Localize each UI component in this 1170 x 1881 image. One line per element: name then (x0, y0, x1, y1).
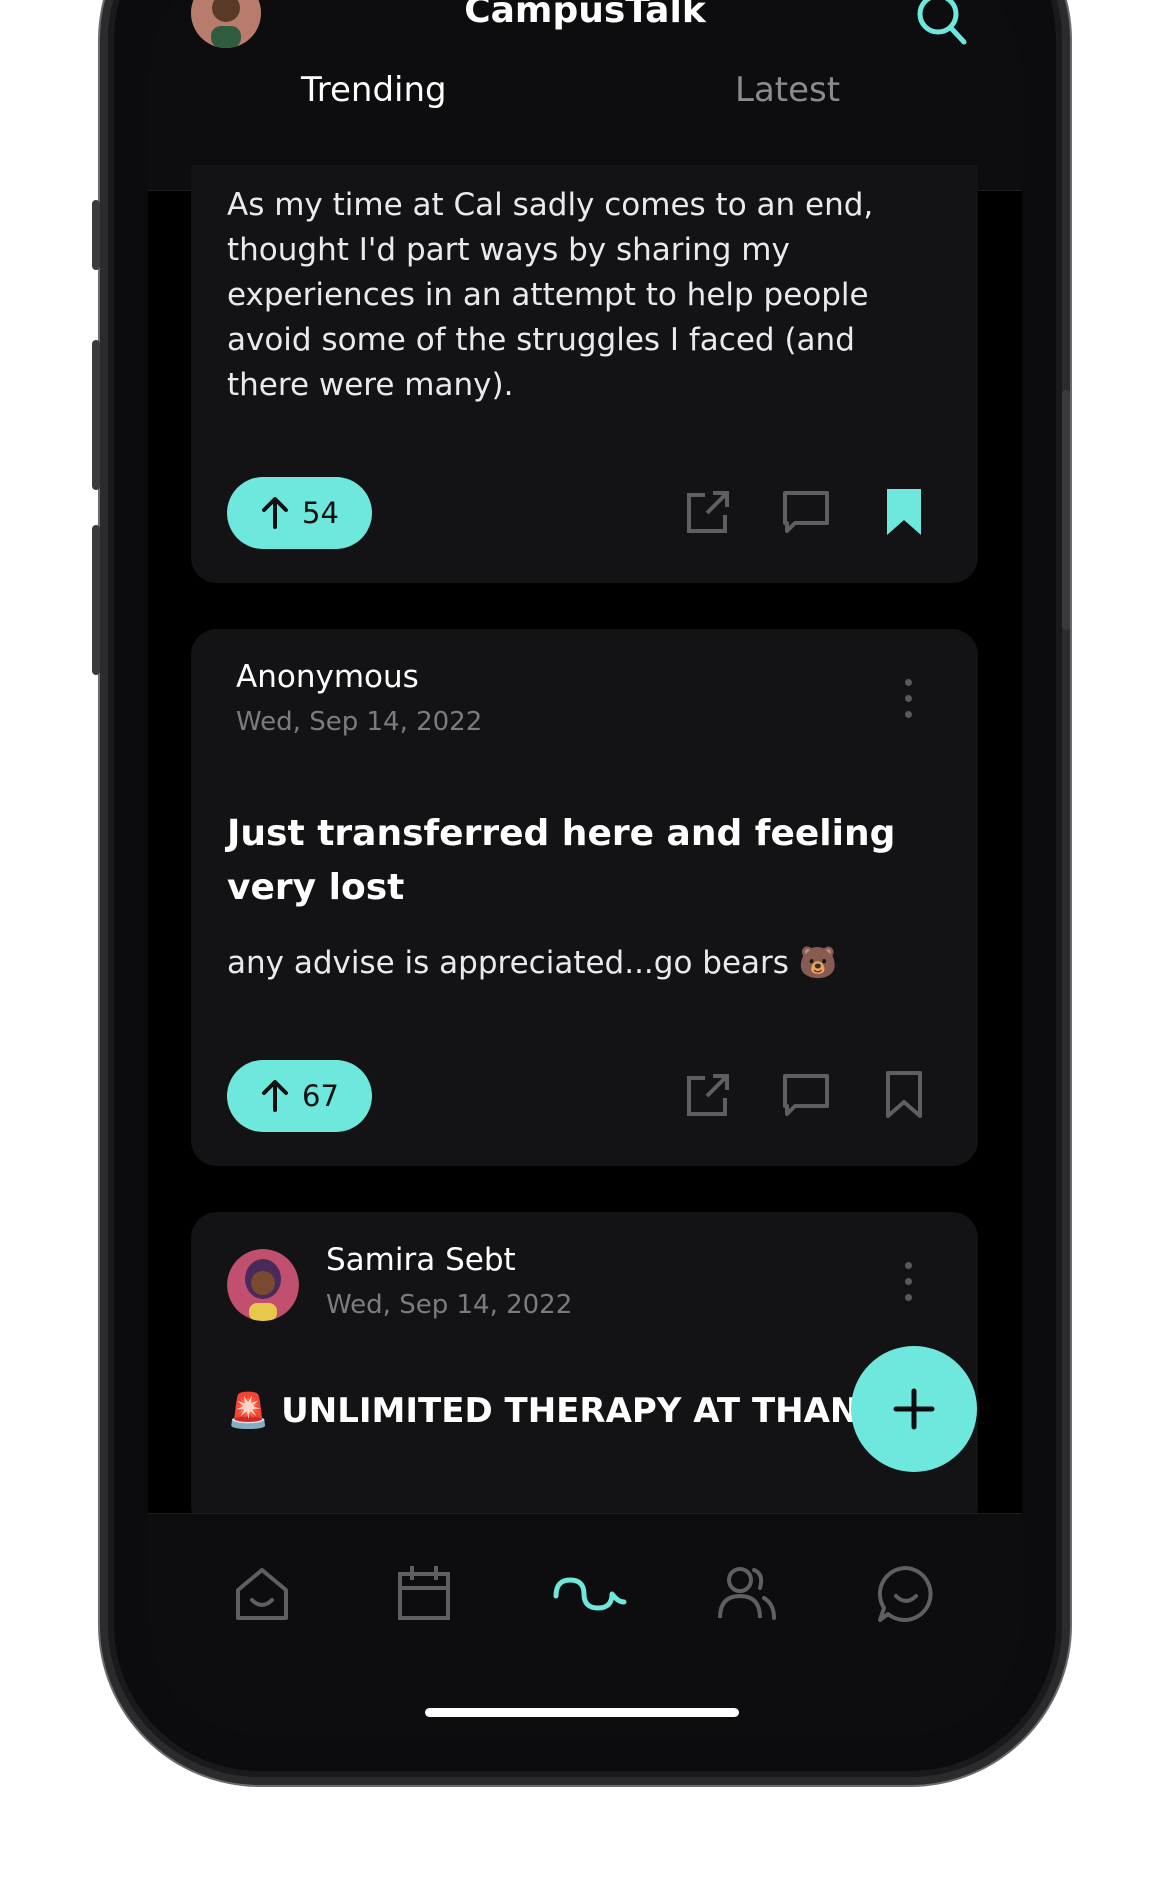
side-button (92, 200, 100, 270)
tab-trending[interactable]: Trending (301, 70, 447, 110)
post-body: As my time at Cal sadly comes to an end,… (227, 187, 874, 403)
search-icon[interactable] (912, 0, 972, 50)
side-button (92, 340, 100, 490)
home-indicator[interactable] (425, 1708, 739, 1717)
people-icon[interactable] (714, 1562, 778, 1626)
author-avatar (227, 1249, 299, 1321)
post-card[interactable]: Anonymous Wed, Sep 14, 2022 Just transfe… (191, 629, 978, 1166)
post-title: Just transferred here and feeling very l… (227, 813, 896, 908)
share-icon[interactable] (683, 1070, 733, 1120)
app-header: CampusTalk Trending Latest (148, 0, 1022, 190)
bookmark-icon[interactable] (879, 1070, 929, 1120)
post-date: Wed, Sep 14, 2022 (236, 707, 483, 737)
post-author: Samira Sebt (326, 1242, 516, 1278)
upvote-count: 67 (302, 1079, 339, 1113)
post-card[interactable]: Samira Sebt Wed, Sep 14, 2022 🚨 UNLIMITE… (191, 1212, 978, 1532)
tab-latest[interactable]: Latest (735, 70, 840, 110)
upvote-count: 54 (302, 496, 339, 530)
app-screen: CampusTalk Trending Latest As my time at… (148, 0, 1022, 1735)
post-body: any advise is appreciated...go bears 🐻 (227, 945, 838, 981)
comment-icon[interactable] (781, 487, 831, 537)
comment-icon[interactable] (781, 1070, 831, 1120)
upvote-button[interactable]: 54 (227, 477, 372, 549)
upvote-button[interactable]: 67 (227, 1060, 372, 1132)
new-post-button[interactable] (851, 1346, 977, 1472)
more-vertical-icon[interactable] (901, 679, 915, 729)
home-icon[interactable] (230, 1562, 294, 1626)
more-vertical-icon[interactable] (901, 1262, 915, 1312)
arrow-up-icon (262, 497, 289, 529)
side-button (92, 525, 100, 675)
side-button (1062, 390, 1070, 630)
bookmark-icon[interactable] (879, 487, 929, 537)
chat-icon[interactable] (874, 1562, 938, 1626)
arrow-up-icon (262, 1080, 289, 1112)
feed-icon[interactable] (552, 1562, 627, 1626)
calendar-icon[interactable] (392, 1562, 456, 1626)
share-icon[interactable] (683, 487, 733, 537)
app-title: CampusTalk (464, 0, 706, 31)
post-date: Wed, Sep 14, 2022 (326, 1290, 573, 1320)
bottom-nav (148, 1513, 1022, 1735)
post-card[interactable]: As my time at Cal sadly comes to an end,… (191, 165, 978, 583)
plus-icon (893, 1388, 935, 1430)
post-author: Anonymous (236, 659, 419, 695)
